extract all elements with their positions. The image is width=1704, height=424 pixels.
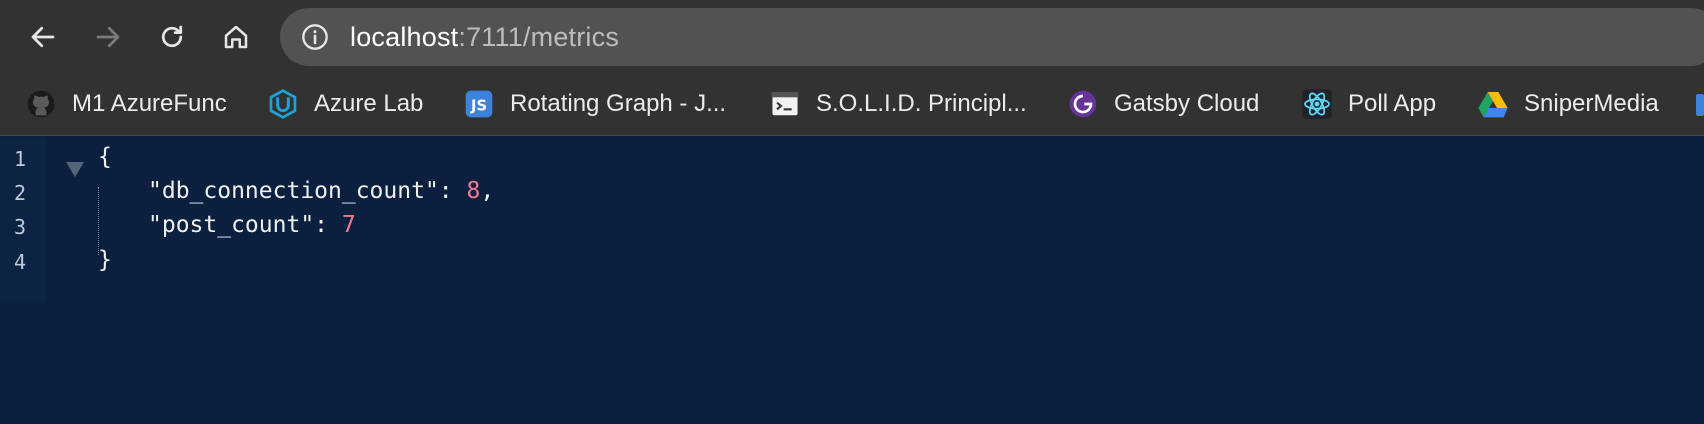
json-number-value: 8	[466, 178, 481, 204]
back-arrow-icon	[31, 26, 55, 48]
gatsby-icon	[1066, 87, 1100, 121]
line-number: 3	[14, 215, 27, 239]
json-key: "db_connection_count"	[148, 178, 439, 204]
url-host: localhost	[350, 21, 459, 52]
json-viewer: 1 2 3 4 { "db_connection_count": 8, "pos…	[0, 137, 1704, 424]
udacity-icon	[266, 87, 300, 121]
fold-toggle-icon[interactable]	[66, 162, 84, 177]
bookmark-snipermedia[interactable]: SniperMedia	[1476, 84, 1659, 124]
json-comma: ,	[480, 178, 495, 204]
line-number: 1	[14, 147, 27, 171]
bookmark-rotating-graph[interactable]: JS Rotating Graph - J...	[462, 84, 726, 124]
bookmark-poll-app[interactable]: Poll App	[1300, 84, 1436, 124]
overflow-bookmark-icon[interactable]	[1696, 94, 1704, 116]
info-icon[interactable]	[300, 22, 330, 52]
terminal-page-icon	[768, 87, 802, 121]
bookmark-label: M1 AzureFunc	[72, 90, 227, 117]
address-bar[interactable]: localhost:7111/metrics	[280, 8, 1704, 66]
json-separator: :	[314, 212, 342, 238]
bookmark-azure-lab[interactable]: Azure Lab	[266, 84, 423, 124]
json-key: "post_count"	[148, 212, 315, 238]
github-icon	[24, 87, 58, 121]
jsfiddle-icon: JS	[462, 87, 496, 121]
forward-arrow-icon	[96, 26, 120, 48]
line-number: 4	[14, 250, 27, 274]
react-icon	[1300, 87, 1334, 121]
url-text[interactable]: localhost:7111/metrics	[350, 22, 619, 53]
reload-button[interactable]	[152, 17, 192, 57]
back-button[interactable]	[23, 17, 63, 57]
json-line: "post_count": 7	[148, 212, 356, 238]
reload-icon	[161, 25, 183, 48]
json-close-brace: }	[98, 247, 112, 273]
line-number-gutter: 1 2 3 4	[0, 137, 47, 303]
indent-guide	[98, 187, 99, 255]
bookmark-label: Poll App	[1348, 90, 1437, 117]
bookmarks-bar: M1 AzureFunc Azure Lab JS Rotating Graph…	[0, 74, 1704, 136]
bookmark-label: SniperMedia	[1524, 90, 1659, 117]
bookmark-label: Gatsby Cloud	[1114, 90, 1260, 117]
json-open-brace: {	[98, 144, 112, 170]
bookmark-label: Rotating Graph - J...	[510, 90, 727, 117]
url-path: :7111/metrics	[458, 21, 620, 52]
google-drive-icon	[1476, 87, 1510, 121]
home-icon	[224, 25, 248, 49]
browser-toolbar: localhost:7111/metrics	[0, 0, 1704, 74]
line-number: 2	[14, 181, 27, 205]
json-line: "db_connection_count": 8,	[148, 178, 494, 204]
bookmark-solid-principles[interactable]: S.O.L.I.D. Principl...	[768, 84, 1027, 124]
bookmark-gatsby-cloud[interactable]: Gatsby Cloud	[1066, 84, 1259, 124]
json-separator: :	[438, 178, 467, 204]
bookmark-label: Azure Lab	[314, 90, 424, 117]
bookmark-label: S.O.L.I.D. Principl...	[816, 90, 1027, 117]
json-number-value: 7	[341, 212, 356, 238]
forward-button[interactable]	[88, 17, 128, 57]
home-button[interactable]	[216, 17, 256, 57]
svg-text:JS: JS	[470, 98, 487, 115]
bookmark-m1-azurefunc[interactable]: M1 AzureFunc	[24, 84, 227, 124]
